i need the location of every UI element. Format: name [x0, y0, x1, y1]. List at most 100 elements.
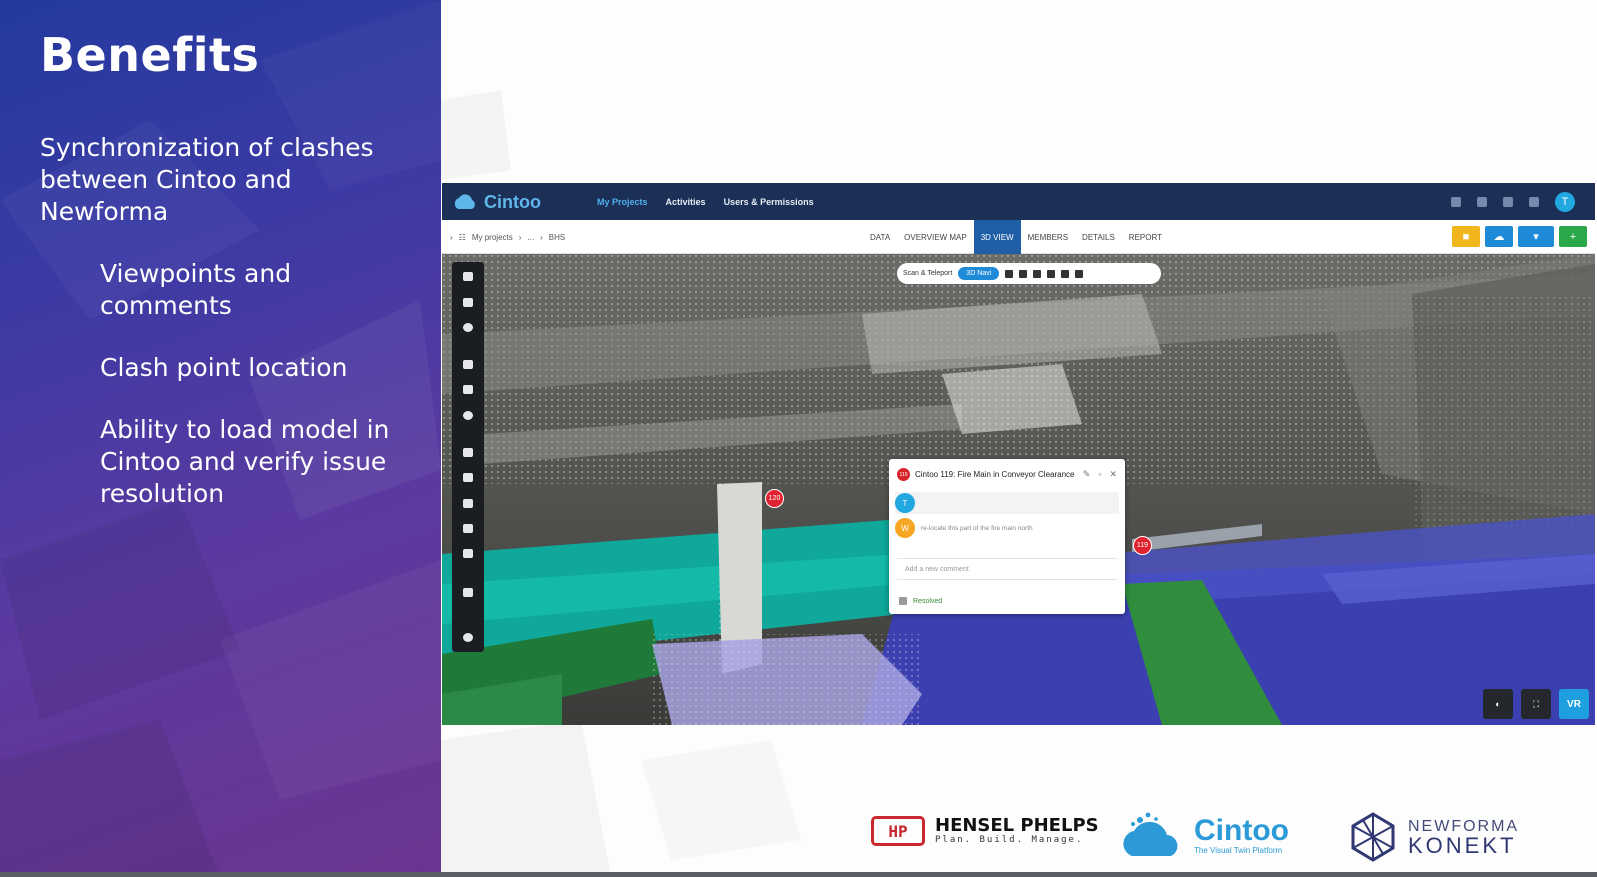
- comment-icon[interactable]: [463, 360, 473, 369]
- main-nav: My Projects Activities Users & Permissio…: [597, 183, 814, 220]
- resolved-label: Resolved: [913, 597, 943, 605]
- viewer-floating-toolbar: Scan & Teleport 3D Navi: [897, 263, 1161, 284]
- crop-icon[interactable]: [463, 499, 473, 508]
- comment-panel-header: 119 Cintoo 119: Fire Main in Conveyor Cl…: [897, 468, 1117, 481]
- breadcrumb-separator: ›: [518, 232, 522, 242]
- user-avatar[interactable]: T: [1555, 191, 1575, 212]
- breadcrumb-current: BHS: [548, 232, 566, 242]
- comment-row: W re-locate this part of the fire main n…: [895, 517, 1119, 539]
- slide-title: Benefits: [40, 28, 260, 82]
- cloud-icon: [454, 194, 475, 209]
- clipboard-icon[interactable]: [463, 524, 473, 533]
- cintoo-logo-text: Cintoo: [484, 191, 541, 212]
- tag-icon[interactable]: [463, 385, 473, 394]
- hensel-phelps-logo: HP HENSEL PHELPS Plan. Build. Manage.: [871, 816, 1099, 846]
- cintoo-logo-name: Cintoo: [1194, 813, 1289, 847]
- flag-icon[interactable]: [1047, 269, 1056, 278]
- add-icon[interactable]: +: [1559, 226, 1587, 247]
- project-actions: ■ ☁ ▾ +: [1452, 226, 1587, 247]
- partner-logos: HP HENSEL PHELPS Plan. Build. Manage. Ci…: [441, 810, 1597, 872]
- tab-details[interactable]: DETAILS: [1075, 220, 1122, 254]
- list-icon[interactable]: [1451, 196, 1461, 207]
- konekt-name: KONEKT: [1408, 832, 1517, 858]
- slide-panel: Benefits Synchronization of clashes betw…: [0, 0, 441, 877]
- nav-activities[interactable]: Activities: [666, 197, 706, 207]
- hensel-phelps-mark: HP: [871, 816, 925, 846]
- comment-text: re-locate this part of the fire main nor…: [921, 524, 1033, 532]
- cintoo-app-logo[interactable]: Cintoo: [452, 190, 541, 214]
- lock-icon[interactable]: ■: [1452, 226, 1480, 247]
- checkbox-icon: [899, 597, 907, 605]
- print-icon[interactable]: [463, 549, 473, 558]
- pointer-icon[interactable]: [1033, 269, 1042, 278]
- breadcrumb-my-projects[interactable]: My projects: [472, 233, 513, 242]
- clash-comment-panel: 119 Cintoo 119: Fire Main in Conveyor Cl…: [889, 459, 1125, 614]
- bottom-strip: [0, 872, 1597, 877]
- share-icon[interactable]: [1075, 269, 1084, 278]
- clash-badge: 119: [897, 468, 910, 481]
- tab-members[interactable]: MEMBERS: [1021, 220, 1075, 254]
- clash-title: Cintoo 119: Fire Main in Conveyor Cleara…: [915, 470, 1075, 479]
- pencil-icon[interactable]: [463, 473, 473, 482]
- comment-panel-actions: ✎ ▫ ✕: [1083, 469, 1117, 480]
- breadcrumb-separator: ›: [540, 232, 543, 242]
- tab-data[interactable]: DATA: [863, 220, 897, 254]
- label-icon[interactable]: [463, 588, 473, 597]
- avatar: T: [895, 493, 915, 513]
- chevron-right-icon[interactable]: ›: [450, 233, 453, 242]
- layers-icon[interactable]: [463, 298, 473, 307]
- edit-icon[interactable]: ✎: [1083, 469, 1091, 480]
- cintoo-logo: Cintoo The Visual Twin Platform: [1118, 810, 1289, 860]
- help-icon[interactable]: [463, 633, 473, 642]
- help-icon[interactable]: [1477, 196, 1487, 207]
- comment-row: T: [895, 492, 1119, 514]
- tree-icon[interactable]: ☷: [459, 233, 466, 242]
- slide-bullet: Clash point location: [100, 353, 348, 382]
- measure-icon[interactable]: [1019, 269, 1028, 278]
- tab-3d-view[interactable]: 3D VIEW: [973, 220, 1021, 254]
- 3d-navi-toggle[interactable]: 3D Navi: [958, 267, 1000, 280]
- trash-icon[interactable]: ▫: [1098, 469, 1101, 480]
- fullscreen-icon[interactable]: ⛶: [1521, 689, 1551, 719]
- cintoo-app-window: Cintoo My Projects Activities Users & Pe…: [442, 183, 1595, 725]
- globe-icon[interactable]: ◐: [1483, 689, 1513, 719]
- vr-button[interactable]: VR: [1559, 689, 1589, 719]
- top-icon-bar: T: [1451, 183, 1575, 220]
- viewer-left-toolbar: [452, 262, 484, 652]
- avatar: W: [895, 518, 915, 538]
- grid-icon[interactable]: [1005, 269, 1014, 278]
- 3d-point-cloud-viewer[interactable]: Scan & Teleport 3D Navi 120 119 119 Cint…: [442, 254, 1595, 725]
- bell-icon[interactable]: [1529, 196, 1539, 207]
- add-comment-input[interactable]: Add a new comment: [897, 558, 1117, 580]
- project-tabs: DATA OVERVIEW MAP 3D VIEW MEMBERS DETAIL…: [863, 220, 1169, 254]
- nav-my-projects[interactable]: My Projects: [597, 197, 648, 207]
- close-icon[interactable]: ✕: [1109, 469, 1117, 480]
- slide-bullet: Ability to load model in Cintoo and veri…: [100, 415, 390, 508]
- hensel-phelps-name: HENSEL PHELPS: [935, 815, 1099, 836]
- home-icon[interactable]: [463, 272, 473, 281]
- slide-bullet: Viewpoints and comments: [100, 259, 292, 320]
- cintoo-logo-tagline: The Visual Twin Platform: [1194, 845, 1283, 855]
- newforma-hexagon-icon: [1351, 812, 1395, 862]
- clash-marker[interactable]: 119: [1133, 536, 1152, 555]
- clash-marker[interactable]: 120: [765, 489, 784, 508]
- breadcrumb: › ☷ My projects › ... › BHS: [450, 220, 565, 254]
- slide-lead-text: Synchronization of clashes between Cinto…: [40, 133, 374, 226]
- tab-report[interactable]: REPORT: [1122, 220, 1169, 254]
- newforma-name: NEWFORMA: [1408, 817, 1520, 835]
- resolved-checkbox[interactable]: Resolved: [899, 597, 942, 605]
- document-icon[interactable]: [1503, 196, 1513, 207]
- scan-teleport-mode[interactable]: Scan & Teleport: [903, 270, 952, 277]
- viewer-bottom-right-buttons: ◐ ⛶ VR: [1483, 689, 1589, 719]
- camera-icon[interactable]: [1061, 269, 1070, 278]
- breadcrumb-ellipsis[interactable]: ...: [527, 233, 534, 242]
- sphere-icon[interactable]: [463, 323, 473, 332]
- tab-overview-map[interactable]: OVERVIEW MAP: [897, 220, 974, 254]
- nav-users-permissions[interactable]: Users & Permissions: [724, 197, 814, 207]
- cloud-upload-icon[interactable]: ☁: [1485, 226, 1513, 247]
- settings-icon[interactable]: [463, 411, 473, 420]
- newforma-konekt-logo: NEWFORMA KONEKT: [1348, 812, 1519, 862]
- hensel-phelps-tagline: Plan. Build. Manage.: [935, 835, 1084, 845]
- share-dropdown-button[interactable]: ▾: [1518, 226, 1554, 247]
- user-icon[interactable]: [463, 448, 473, 457]
